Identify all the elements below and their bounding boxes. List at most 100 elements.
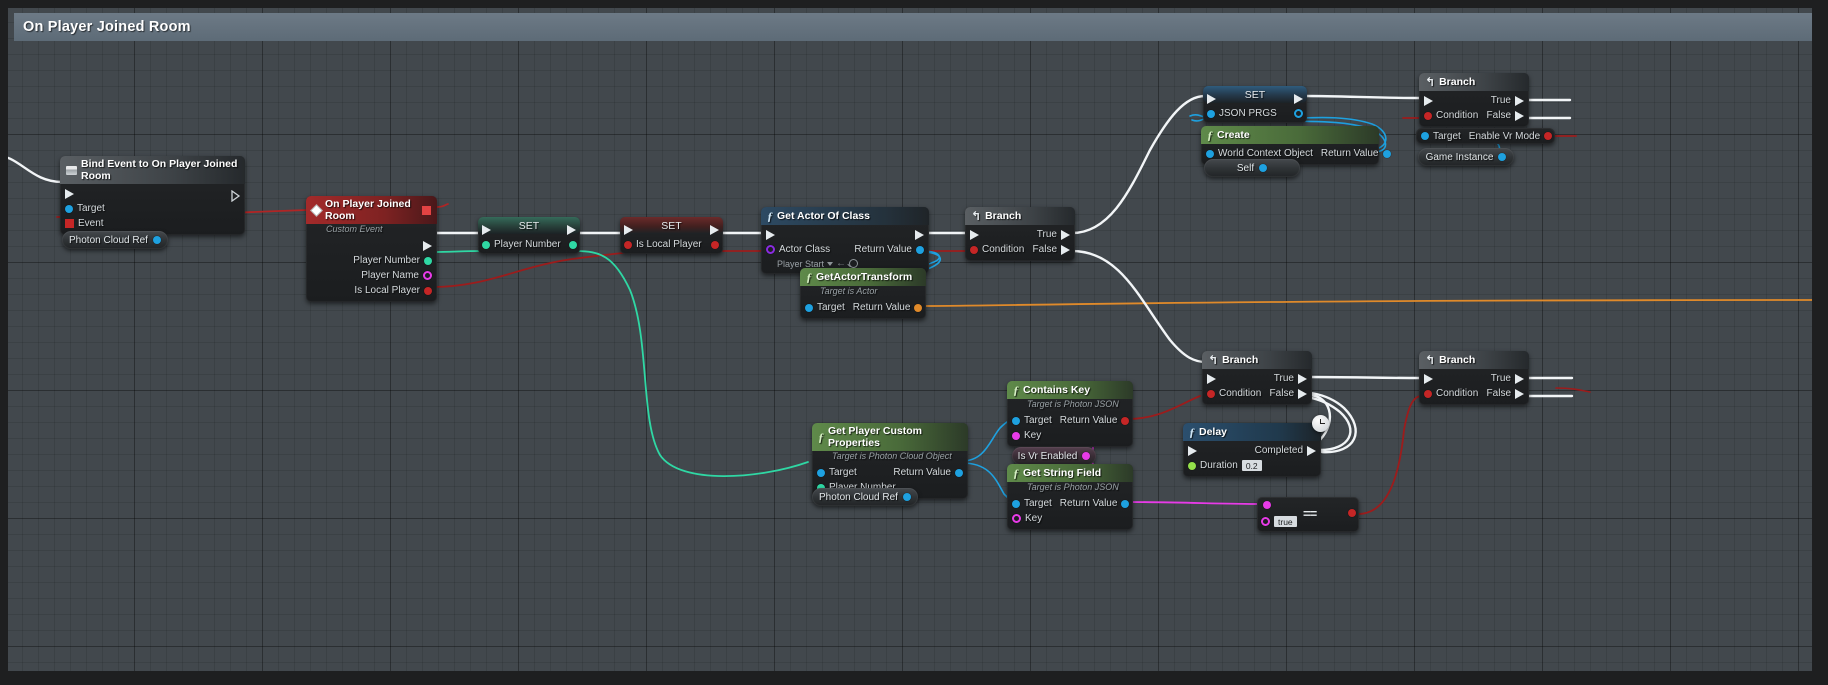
exec-out-pin[interactable]: [710, 224, 719, 235]
exec-out-pin[interactable]: [423, 240, 432, 251]
false-exec-pin[interactable]: [1298, 388, 1307, 399]
completed-exec-pin[interactable]: [1307, 445, 1316, 456]
pin-label-true: True: [1036, 229, 1057, 240]
object-pin[interactable]: [152, 236, 161, 244]
actor-class-pin[interactable]: [766, 245, 775, 254]
key-pin[interactable]: [1012, 431, 1020, 440]
node-get-actor-of-class[interactable]: ƒ Get Actor Of Class Actor Class Return …: [761, 207, 929, 274]
node-header: ↰ Branch: [1419, 73, 1529, 91]
eq-pin-a[interactable]: [1263, 501, 1271, 509]
node-branch-4[interactable]: ↰ Branch True Condition False: [1419, 351, 1529, 405]
exec-in-pin[interactable]: [624, 224, 633, 235]
return-value-pin[interactable]: [1382, 149, 1391, 158]
target-pin[interactable]: [65, 204, 73, 213]
condition-pin[interactable]: [1207, 389, 1215, 398]
node-contains-key[interactable]: ƒ Contains Key Target is Photon JSON Tar…: [1007, 381, 1133, 447]
is-local-player-pin[interactable]: [424, 286, 432, 295]
eq-literal-input[interactable]: true: [1274, 516, 1297, 527]
eq-result-pin[interactable]: [1348, 509, 1356, 517]
exec-in-pin[interactable]: [65, 188, 74, 199]
delegate-out-pin[interactable]: [422, 205, 431, 215]
pin-label-target: Target: [1024, 415, 1052, 426]
target-pin[interactable]: [1421, 132, 1429, 140]
player-number-in-pin[interactable]: [482, 240, 490, 249]
condition-pin[interactable]: [970, 245, 978, 254]
node-get-actor-transform[interactable]: ƒ GetActorTransform Target is Actor Targ…: [800, 268, 926, 319]
return-value-pin[interactable]: [1121, 499, 1130, 508]
false-exec-pin[interactable]: [1515, 388, 1524, 399]
exec-in-pin[interactable]: [766, 229, 775, 240]
pin-label-player-number: Player Number: [494, 239, 561, 250]
condition-pin[interactable]: [1424, 111, 1432, 120]
node-on-player-joined-room[interactable]: On Player Joined Room Custom Event Playe…: [306, 196, 437, 302]
string-pin[interactable]: [1082, 452, 1091, 460]
false-exec-pin[interactable]: [1515, 110, 1524, 121]
is-local-player-out-pin[interactable]: [711, 240, 719, 249]
target-pin[interactable]: [1012, 416, 1020, 425]
json-prgs-in-pin[interactable]: [1207, 109, 1215, 118]
node-body: Completed Duration 0.2: [1183, 441, 1321, 477]
node-bind-event-to-on-player-joined-room[interactable]: Bind Event to On Player Joined Room Targ…: [60, 156, 245, 235]
json-prgs-out-pin[interactable]: [1294, 109, 1303, 118]
node-body: Player Number Player Name Is Local Playe…: [306, 236, 437, 302]
node-equal-string[interactable]: true ==: [1257, 497, 1359, 532]
enable-vr-mode-pin[interactable]: [1544, 132, 1553, 140]
node-set-json-prgs[interactable]: SET JSON PRGS: [1203, 86, 1307, 123]
node-get-string-field[interactable]: ƒ Get String Field Target is Photon JSON…: [1007, 464, 1133, 530]
player-number-pin[interactable]: [424, 256, 432, 265]
exec-in-pin[interactable]: [1424, 373, 1433, 384]
blueprint-graph-canvas[interactable]: On Player Joined Room Bind Event to On P…: [0, 0, 1828, 685]
false-exec-pin[interactable]: [1061, 244, 1070, 255]
variable-pill-is-vr-enabled[interactable]: Is Vr Enabled: [1012, 447, 1096, 465]
exec-in-pin[interactable]: [970, 229, 979, 240]
object-pin[interactable]: [1259, 164, 1268, 172]
variable-pill-photon-cloud-ref-2[interactable]: Photon Cloud Ref: [812, 488, 918, 506]
exec-in-pin[interactable]: [1207, 373, 1216, 384]
node-header: ƒ Contains Key: [1007, 381, 1133, 399]
target-pin[interactable]: [817, 468, 825, 477]
eq-pin-b[interactable]: [1261, 517, 1270, 526]
player-number-out-pin[interactable]: [568, 240, 577, 249]
target-pin[interactable]: [805, 303, 813, 312]
player-name-pin[interactable]: [423, 271, 432, 280]
duration-pin[interactable]: [1188, 461, 1196, 470]
object-pin[interactable]: [902, 493, 911, 501]
node-enable-vr-mode[interactable]: Target Enable Vr Mode: [1416, 128, 1555, 144]
exec-in-pin[interactable]: [1207, 93, 1216, 104]
graph-grid-background: [0, 0, 1828, 685]
world-context-object-pin[interactable]: [1206, 149, 1214, 158]
return-value-pin[interactable]: [916, 245, 924, 254]
exec-in-pin[interactable]: [1188, 445, 1197, 456]
key-pin[interactable]: [1012, 514, 1021, 523]
true-exec-pin[interactable]: [1298, 373, 1307, 384]
node-set-player-number[interactable]: SET Player Number: [478, 217, 580, 254]
true-exec-pin[interactable]: [1061, 229, 1070, 240]
variable-pill-self[interactable]: Self: [1204, 159, 1300, 177]
variable-pill-game-instance[interactable]: Game Instance: [1418, 148, 1514, 166]
exec-out-pin[interactable]: [915, 229, 924, 240]
is-local-player-in-pin[interactable]: [624, 240, 632, 249]
duration-value-input[interactable]: 0.2: [1241, 460, 1262, 471]
node-branch-2[interactable]: ↰ Branch True Condition False: [1202, 351, 1312, 405]
true-exec-pin[interactable]: [1515, 373, 1524, 384]
node-branch-enable-vr[interactable]: ↰ Branch True Condition False: [1419, 73, 1529, 127]
browse-back-icon[interactable]: ←: [836, 258, 846, 269]
true-exec-pin[interactable]: [1515, 95, 1524, 106]
exec-in-pin[interactable]: [482, 224, 491, 235]
return-value-pin[interactable]: [955, 468, 963, 477]
exec-out-pin[interactable]: [1294, 93, 1303, 104]
node-set-is-local-player[interactable]: SET Is Local Player: [620, 217, 723, 254]
event-delegate-pin[interactable]: [65, 219, 74, 228]
return-value-pin[interactable]: [1121, 416, 1130, 425]
chevron-down-icon[interactable]: [827, 261, 834, 266]
return-value-pin[interactable]: [914, 303, 923, 312]
exec-out-pin[interactable]: [567, 224, 576, 235]
target-pin[interactable]: [1012, 499, 1020, 508]
search-icon[interactable]: [849, 259, 859, 268]
node-delay[interactable]: ƒ Delay Completed Duration 0.2: [1183, 415, 1329, 477]
node-branch-1[interactable]: ↰ Branch True Condition False: [965, 207, 1075, 261]
variable-pill-photon-cloud-ref-1[interactable]: Photon Cloud Ref: [62, 231, 168, 249]
condition-pin[interactable]: [1424, 389, 1432, 398]
object-pin[interactable]: [1498, 153, 1507, 161]
exec-in-pin[interactable]: [1424, 95, 1433, 106]
